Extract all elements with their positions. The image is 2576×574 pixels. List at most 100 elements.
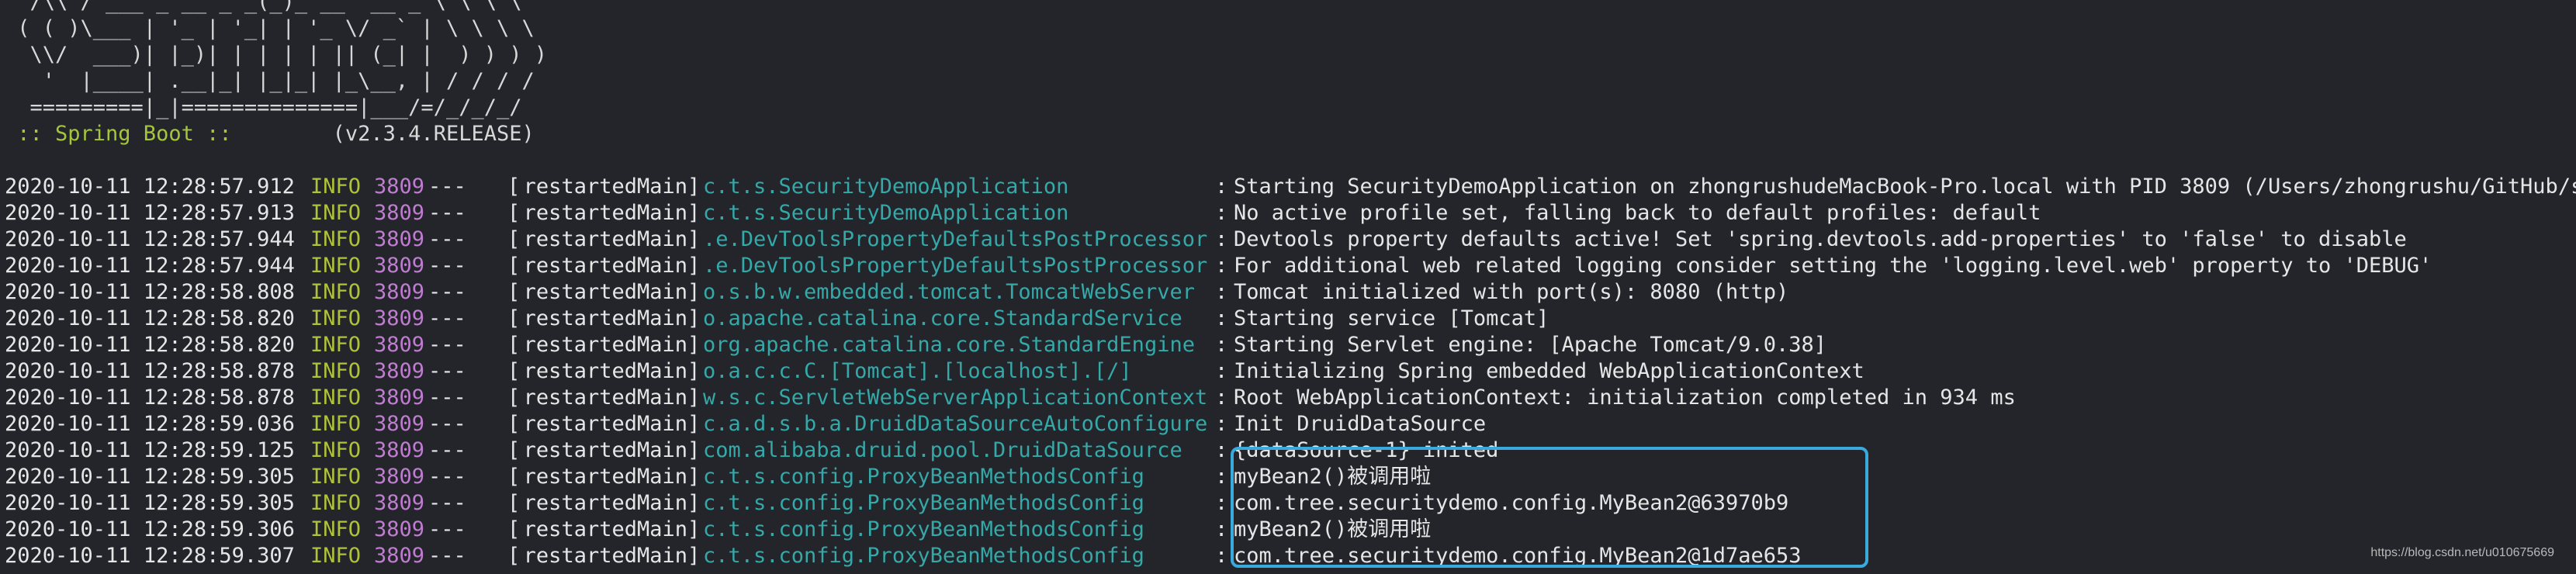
log-separator: --- bbox=[428, 544, 466, 568]
log-thread: restartedMain bbox=[523, 359, 687, 383]
log-pid: 3809 bbox=[374, 227, 425, 251]
log-pid: 3809 bbox=[374, 465, 425, 489]
log-logger: w.s.c.ServletWebServerApplicationContext bbox=[703, 386, 1208, 410]
thread-open-bracket: [ bbox=[507, 438, 521, 462]
log-level: INFO bbox=[310, 517, 362, 541]
thread-open-bracket: [ bbox=[507, 465, 521, 489]
thread-close-bracket: ] bbox=[687, 359, 701, 383]
log-message: Tomcat initialized with port(s): 8080 (h… bbox=[1234, 280, 1789, 304]
log-separator: --- bbox=[428, 175, 466, 199]
log-logger: c.t.s.SecurityDemoApplication bbox=[703, 175, 1069, 199]
log-pid: 3809 bbox=[374, 491, 425, 515]
thread-close-bracket: ] bbox=[687, 280, 701, 304]
thread-close-bracket: ] bbox=[687, 306, 701, 330]
log-level: INFO bbox=[310, 280, 362, 304]
banner-line: ' |____| .__|_| |_|_| |_\__, | / / / / bbox=[5, 69, 535, 93]
log-row: 2020-10-11 12:28:58.878 INFO 3809 --- [resta… bbox=[5, 385, 2576, 411]
thread-open-bracket: [ bbox=[507, 280, 521, 304]
log-pid: 3809 bbox=[374, 517, 425, 541]
log-colon: : bbox=[1215, 306, 1228, 330]
log-timestamp: 2020-10-11 12:28:58.878 bbox=[5, 359, 295, 383]
log-separator: --- bbox=[428, 333, 466, 357]
log-timestamp: 2020-10-11 12:28:57.912 bbox=[5, 175, 295, 199]
thread-open-bracket: [ bbox=[507, 254, 521, 278]
log-pid: 3809 bbox=[374, 333, 425, 357]
log-pid: 3809 bbox=[374, 201, 425, 225]
log-row: 2020-10-11 12:28:57.944 INFO 3809 --- [resta… bbox=[5, 253, 2576, 279]
log-logger: c.t.s.config.ProxyBeanMethodsConfig bbox=[703, 517, 1144, 541]
log-message: Starting service [Tomcat] bbox=[1234, 306, 1549, 330]
log-colon: : bbox=[1215, 491, 1228, 515]
log-colon: : bbox=[1215, 517, 1228, 541]
log-row: 2020-10-11 12:28:59.306 INFO 3809 --- [resta… bbox=[5, 517, 2576, 543]
log-colon: : bbox=[1215, 386, 1228, 410]
log-timestamp: 2020-10-11 12:28:59.036 bbox=[5, 412, 295, 436]
log-colon: : bbox=[1215, 227, 1228, 251]
log-pid: 3809 bbox=[374, 386, 425, 410]
log-logger: o.apache.catalina.core.StandardService bbox=[703, 306, 1182, 330]
thread-open-bracket: [ bbox=[507, 386, 521, 410]
log-colon: : bbox=[1215, 544, 1228, 568]
thread-open-bracket: [ bbox=[507, 175, 521, 199]
log-logger: c.t.s.config.ProxyBeanMethodsConfig bbox=[703, 544, 1144, 568]
log-message: Starting SecurityDemoApplication on zhon… bbox=[1234, 175, 2576, 199]
log-separator: --- bbox=[428, 386, 466, 410]
log-logger: org.apache.catalina.core.StandardEngine bbox=[703, 333, 1195, 357]
log-logger: c.t.s.config.ProxyBeanMethodsConfig bbox=[703, 465, 1144, 489]
log-pid: 3809 bbox=[374, 544, 425, 568]
log-pid: 3809 bbox=[374, 438, 425, 462]
log-list: 2020-10-11 12:28:57.912 INFO 3809 ---[resta… bbox=[5, 174, 2576, 569]
thread-close-bracket: ] bbox=[687, 544, 701, 568]
log-colon: : bbox=[1215, 201, 1228, 225]
log-message: {dataSource-1} inited bbox=[1234, 438, 1499, 462]
spring-boot-version: (v2.3.4.RELEASE) bbox=[244, 122, 535, 146]
log-separator: --- bbox=[428, 201, 466, 225]
log-thread: restartedMain bbox=[523, 544, 687, 568]
log-level: INFO bbox=[310, 227, 362, 251]
log-separator: --- bbox=[428, 412, 466, 436]
log-level: INFO bbox=[310, 438, 362, 462]
log-timestamp: 2020-10-11 12:28:58.820 bbox=[5, 333, 295, 357]
thread-open-bracket: [ bbox=[507, 201, 521, 225]
log-pid: 3809 bbox=[374, 254, 425, 278]
log-message: Init DruidDataSource bbox=[1234, 412, 1487, 436]
log-colon: : bbox=[1215, 333, 1228, 357]
log-timestamp: 2020-10-11 12:28:59.306 bbox=[5, 517, 295, 541]
log-colon: : bbox=[1215, 280, 1228, 304]
log-row: 2020-10-11 12:28:59.305 INFO 3809 --- [resta… bbox=[5, 490, 2576, 517]
log-level: INFO bbox=[310, 175, 362, 199]
log-timestamp: 2020-10-11 12:28:59.305 bbox=[5, 491, 295, 515]
log-logger: c.t.s.config.ProxyBeanMethodsConfig bbox=[703, 491, 1144, 515]
log-message: com.tree.securitydemo.config.MyBean2@639… bbox=[1234, 491, 1789, 515]
thread-close-bracket: ] bbox=[687, 491, 701, 515]
log-row: 2020-10-11 12:28:58.820 INFO 3809 --- [resta… bbox=[5, 306, 2576, 332]
log-separator: --- bbox=[428, 227, 466, 251]
log-level: INFO bbox=[310, 254, 362, 278]
log-separator: --- bbox=[428, 491, 466, 515]
log-thread: restartedMain bbox=[523, 227, 687, 251]
thread-open-bracket: [ bbox=[507, 227, 521, 251]
log-level: INFO bbox=[310, 491, 362, 515]
thread-open-bracket: [ bbox=[507, 544, 521, 568]
log-level: INFO bbox=[310, 306, 362, 330]
thread-open-bracket: [ bbox=[507, 412, 521, 436]
spring-banner: /\\ / ___'_ __ _ _(_)_ __ __ _ \ \ \ \ (… bbox=[5, 0, 2576, 147]
thread-open-bracket: [ bbox=[507, 491, 521, 515]
log-colon: : bbox=[1215, 359, 1228, 383]
log-level: INFO bbox=[310, 201, 362, 225]
log-logger: .e.DevToolsPropertyDefaultsPostProcessor bbox=[703, 254, 1208, 278]
log-logger: com.alibaba.druid.pool.DruidDataSource bbox=[703, 438, 1182, 462]
log-message: myBean2()被调用啦 bbox=[1234, 465, 1432, 489]
log-timestamp: 2020-10-11 12:28:59.307 bbox=[5, 544, 295, 568]
log-separator: --- bbox=[428, 517, 466, 541]
log-timestamp: 2020-10-11 12:28:59.125 bbox=[5, 438, 295, 462]
log-message: Initializing Spring embedded WebApplicat… bbox=[1234, 359, 1864, 383]
log-thread: restartedMain bbox=[523, 491, 687, 515]
log-timestamp: 2020-10-11 12:28:57.944 bbox=[5, 254, 295, 278]
log-message: For additional web related logging consi… bbox=[1234, 254, 2432, 278]
log-row: 2020-10-11 12:28:59.307 INFO 3809 --- [resta… bbox=[5, 543, 2576, 569]
log-logger: c.a.d.s.b.a.DruidDataSourceAutoConfigure bbox=[703, 412, 1208, 436]
log-message: Root WebApplicationContext: initializati… bbox=[1234, 386, 2016, 410]
banner-line: ( ( )\___ | '_ | '_| | '_ \/ _` | \ \ \ … bbox=[5, 16, 535, 40]
